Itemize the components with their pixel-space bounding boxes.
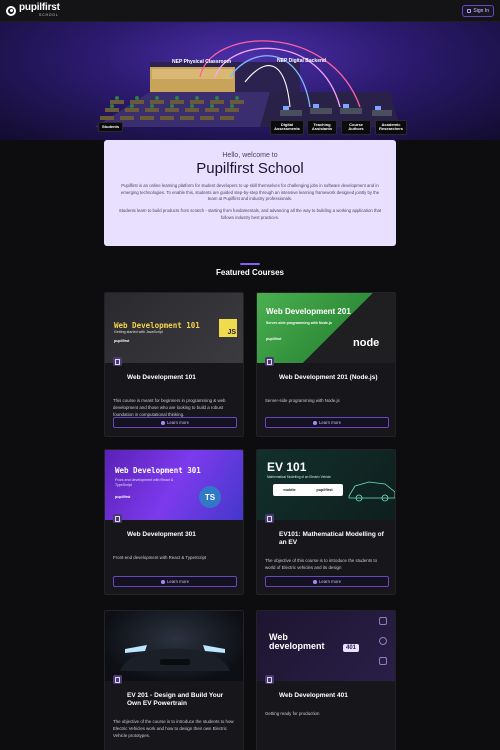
course-title[interactable]: Web Development 401 [279, 692, 387, 701]
tag-students: Students [98, 122, 124, 133]
course-icon [113, 357, 122, 366]
course-thumbnail[interactable]: Web Development 301 Front-end developmen… [105, 450, 243, 520]
pupilfirst-badge: pupilfirst [316, 488, 333, 492]
learn-more-button[interactable]: Learn more [265, 576, 389, 587]
course-card: Web Development 101 Getting started with… [104, 292, 244, 437]
welcome-card: Hello, welcome to Pupilfirst School Pupi… [104, 140, 396, 246]
course-card: EV 201 - Design and Build Your Own EV Po… [104, 610, 244, 750]
course-description: Server-side programming with Node.js [265, 398, 340, 403]
hero-illustration: NEP Physical Classroom NEP Digital Backe… [0, 22, 500, 140]
info-icon [313, 579, 317, 584]
info-icon [313, 420, 317, 425]
learn-more-label: Learn more [167, 579, 189, 584]
course-thumbnail[interactable]: Web development 401 [257, 611, 395, 681]
digital-backend-label: NEP Digital Backend [277, 58, 327, 64]
course-icon [265, 357, 274, 366]
course-title[interactable]: Web Development 201 (Node.js) [279, 374, 387, 383]
nodejs-icon: node [353, 337, 380, 349]
circuit-icon [379, 637, 387, 645]
tag-teaching-assistants: Teaching Assistants [307, 120, 337, 135]
course-card: Web Development 201 Server-side programm… [256, 292, 396, 437]
course-title[interactable]: EV 201 - Design and Build Your Own EV Po… [127, 692, 235, 709]
course-description: This course is meant for beginners in pr… [113, 398, 226, 418]
course-card: Web Development 301 Front-end developmen… [104, 449, 244, 595]
pupilfirst-badge: pupilfirst [115, 495, 131, 499]
course-thumbnail[interactable]: Web Development 101 Getting started with… [105, 293, 243, 363]
thumbnail-title: EV 101 [267, 460, 307, 474]
pupilfirst-badge: pupilfirst [114, 339, 130, 343]
thumbnail-title: Web Development 301 [115, 466, 201, 475]
thumbnail-subtitle: Server-side programming with Node.js [266, 321, 332, 325]
sign-in-button[interactable]: Sign In [462, 4, 494, 17]
welcome-greeting: Hello, welcome to [222, 152, 278, 159]
thumbnail-title: Web Development 201 [266, 307, 351, 316]
info-icon [161, 420, 165, 425]
typescript-icon: TS [199, 486, 221, 508]
featured-courses-heading: Featured Courses [215, 268, 285, 277]
partner-logos: mobile pupilfirst [273, 484, 343, 496]
section-divider [240, 263, 260, 265]
brand-subtitle: SCHOOL [39, 13, 59, 18]
course-title[interactable]: Web Development 101 [127, 374, 235, 383]
learn-more-button[interactable]: Learn more [113, 576, 237, 587]
course-icon [265, 675, 274, 684]
mobile-logo: mobile [283, 488, 296, 492]
tag-digital-assessments: Digital Assessments [270, 120, 304, 135]
course-thumbnail[interactable]: Web Development 201 Server-side programm… [257, 293, 395, 363]
tag-academic-researchers: Academic Researchers [375, 120, 407, 135]
course-card: EV 101 Mathematical Modelling of an Elec… [256, 449, 396, 595]
sign-in-label: Sign In [473, 7, 489, 14]
thumbnail-subtitle: Mathematical Modelling of an Electric Ve… [267, 475, 331, 479]
ev-car-image [120, 645, 230, 671]
top-navbar: pupilfirst SCHOOL Sign In [0, 0, 500, 22]
physical-classroom-label: NEP Physical Classroom [172, 59, 232, 65]
learn-more-label: Learn more [167, 420, 189, 425]
learn-more-label: Learn more [319, 420, 341, 425]
course-thumbnail[interactable]: EV 101 Mathematical Modelling of an Elec… [257, 450, 395, 520]
course-description: The objective of the course is to introd… [113, 718, 234, 738]
course-icon [113, 675, 122, 684]
learn-more-button[interactable]: Learn more [113, 417, 237, 428]
brand-name: pupilfirst [19, 2, 60, 14]
course-description: The objective of this course is to intro… [265, 557, 378, 570]
car-outline-icon [348, 481, 395, 502]
course-description: Getting ready for production [265, 711, 320, 716]
course-description: Front-end development with React & TypeS… [113, 555, 207, 560]
thumbnail-subtitle: Front-end development with React & TypeS… [115, 478, 174, 488]
learn-more-label: Learn more [319, 579, 341, 584]
course-title[interactable]: EV101: Mathematical Modelling of an EV [279, 531, 387, 548]
welcome-paragraph-1: Pupilfirst is an online learning platfor… [120, 183, 380, 202]
thumbnail-subtitle: Getting started with JavaScript [114, 330, 163, 334]
course-title[interactable]: Web Development 301 [127, 531, 235, 540]
school-name: Pupilfirst School [196, 160, 304, 177]
learn-more-button[interactable]: Learn more [265, 417, 389, 428]
tag-course-authors: Course Authors [341, 120, 371, 135]
circuit-icon [379, 617, 387, 625]
info-icon [161, 579, 165, 584]
course-icon [265, 514, 274, 523]
course-icon [113, 514, 122, 523]
circuit-icon [379, 657, 387, 665]
course-card: Web development 401 Web Development 401 … [256, 610, 396, 750]
welcome-paragraph-2: Students learn to build products from sc… [118, 207, 382, 220]
pupilfirst-logo-icon [6, 5, 16, 16]
course-thumbnail[interactable] [105, 611, 243, 681]
thumbnail-title: Web development [269, 632, 325, 652]
sign-in-icon [467, 8, 472, 13]
thumbnail-title: Web Development 101 [114, 321, 200, 330]
pupilfirst-badge: pupilfirst [266, 337, 282, 341]
javascript-icon: JS [219, 319, 237, 337]
brand-logo[interactable]: pupilfirst SCHOOL [6, 3, 60, 18]
course-number-badge: 401 [343, 644, 360, 652]
classroom-illustration [95, 40, 400, 127]
